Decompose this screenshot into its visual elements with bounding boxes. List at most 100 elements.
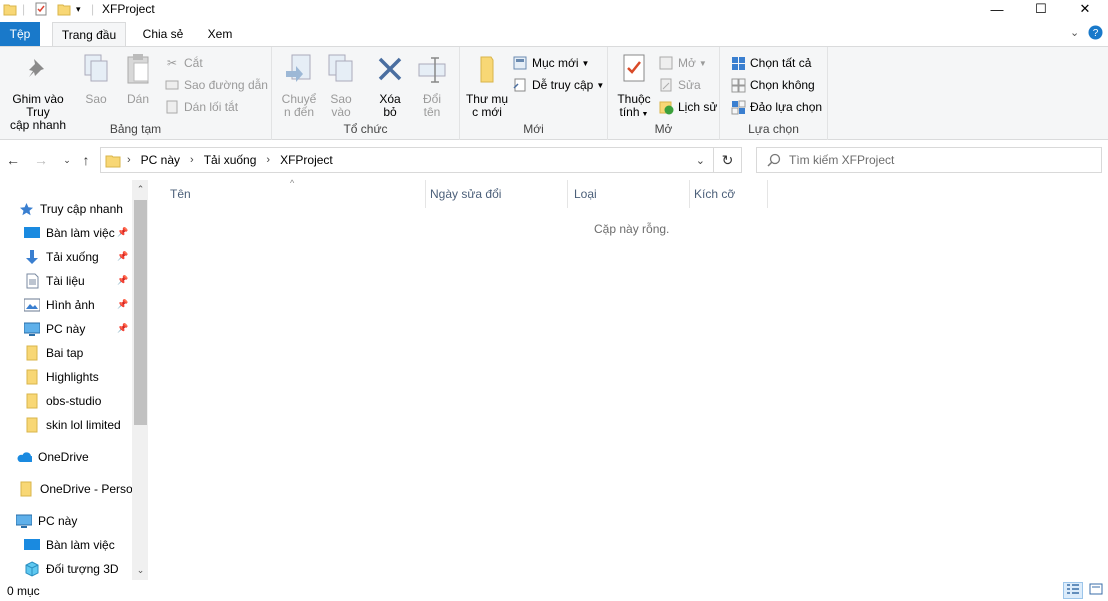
- nav-item-downloads[interactable]: Tải xuống: [24, 246, 99, 268]
- rename-button[interactable]: Đổi tên: [414, 51, 450, 119]
- pin-icon[interactable]: 📌: [117, 227, 128, 238]
- title-bar: | ▾ | XFProject — ☐ ✕: [0, 0, 1108, 20]
- recent-locations-button[interactable]: ⌄: [58, 150, 76, 170]
- breadcrumb-downloads[interactable]: Tải xuống: [204, 153, 257, 167]
- edit-icon: [658, 77, 674, 93]
- new-group: Thư mụ c mới Mục mới ▼ Dễ truy cập ▼ Mới: [460, 47, 608, 140]
- nav-item-pictures[interactable]: Hình ảnh: [24, 294, 95, 316]
- select-none-icon: [730, 77, 746, 93]
- minimize-button[interactable]: —: [974, 0, 1020, 18]
- copy-path-button[interactable]: Sao đường dẫn: [164, 75, 268, 95]
- properties-qat-icon[interactable]: [34, 0, 48, 18]
- column-header-name[interactable]: Tên: [164, 180, 426, 208]
- nav-item-documents[interactable]: Tài liệu: [24, 270, 85, 292]
- select-all-button[interactable]: Chọn tất cả: [730, 53, 811, 73]
- up-button[interactable]: ↑: [77, 150, 95, 170]
- nav-quick-access[interactable]: Truy cập nhanh: [18, 198, 123, 220]
- new-folder-qat-icon[interactable]: [57, 0, 71, 18]
- nav-item-folder[interactable]: obs-studio: [24, 390, 101, 412]
- scroll-up-arrow-icon[interactable]: ⌃: [134, 184, 147, 198]
- cut-button[interactable]: ✂ Cắt: [164, 53, 203, 73]
- breadcrumb-chevron-icon[interactable]: ›: [127, 154, 131, 166]
- forward-arrow-icon: →: [34, 152, 48, 168]
- copy-path-label: Sao đường dẫn: [184, 78, 268, 92]
- pin-icon[interactable]: 📌: [117, 251, 128, 262]
- back-arrow-icon: ←: [6, 152, 20, 168]
- file-list[interactable]: ^ Tên Ngày sửa đổi Loại Kích cỡ Cặp này …: [150, 178, 1108, 580]
- breadcrumb-pc[interactable]: PC này: [141, 153, 180, 167]
- tab-file[interactable]: Tệp: [0, 22, 40, 46]
- large-icons-view-button[interactable]: [1086, 582, 1106, 599]
- tab-share[interactable]: Chia sẻ: [136, 22, 190, 46]
- nav-item-label: Bàn làm việc: [46, 538, 115, 552]
- organize-group: Chuyể n đến Sao vào Xóa bỏ Đổi tên Tổ ch…: [272, 47, 460, 140]
- ribbon-collapse-chevron-icon[interactable]: ⌄: [1070, 26, 1079, 39]
- edit-button[interactable]: Sửa: [658, 75, 701, 95]
- history-label: Lịch sử: [678, 100, 718, 114]
- nav-pc-desktop[interactable]: Bàn làm việc: [24, 534, 115, 556]
- move-to-button[interactable]: Chuyể n đến: [280, 51, 318, 119]
- new-item-label: Mục mới: [532, 56, 579, 70]
- copy-label: Sao: [85, 92, 107, 106]
- paste-shortcut-button[interactable]: Dán lối tắt: [164, 97, 238, 117]
- new-folder-button[interactable]: Thư mụ c mới: [464, 51, 510, 119]
- delete-button[interactable]: Xóa bỏ: [372, 51, 408, 119]
- breadcrumb-chevron-icon[interactable]: ›: [266, 154, 270, 166]
- paste-button[interactable]: Dán: [122, 51, 154, 106]
- refresh-icon: ↻: [721, 151, 734, 168]
- copy-button[interactable]: Sao: [80, 51, 112, 106]
- item-count: 0 mục: [7, 584, 40, 598]
- qat-customize-chevron-icon[interactable]: ▾: [76, 0, 81, 18]
- nav-pc-3d-objects[interactable]: Đối tượng 3D: [24, 558, 119, 580]
- history-button[interactable]: Lịch sử: [658, 97, 717, 117]
- pin-icon[interactable]: 📌: [117, 275, 128, 286]
- details-view-button[interactable]: [1063, 582, 1083, 599]
- forward-button[interactable]: →: [32, 150, 50, 170]
- copy-to-button[interactable]: Sao vào: [322, 51, 360, 119]
- column-header-date[interactable]: Ngày sửa đổi: [424, 180, 568, 208]
- open-group: Thuộc tính ▼ Mở ▼ Sửa Lịch sử Mở: [608, 47, 720, 140]
- address-dropdown-chevron-icon[interactable]: ⌄: [696, 154, 705, 167]
- nav-item-this-pc[interactable]: PC này: [24, 318, 85, 340]
- nav-item-folder[interactable]: Highlights: [24, 366, 99, 388]
- properties-button[interactable]: Thuộc tính ▼: [612, 51, 656, 121]
- easy-access-button[interactable]: Dễ truy cập ▼: [512, 75, 604, 95]
- desktop-icon: [24, 225, 40, 241]
- desktop-icon: [24, 537, 40, 553]
- select-none-button[interactable]: Chọn không: [730, 75, 815, 95]
- pin-icon[interactable]: 📌: [117, 299, 128, 310]
- pin-icon[interactable]: 📌: [117, 323, 128, 334]
- nav-onedrive-personal-label: OneDrive - Persor: [40, 482, 137, 496]
- invert-selection-button[interactable]: Đảo lựa chọn: [730, 97, 822, 117]
- search-input[interactable]: Tìm kiếm XFProject: [756, 147, 1102, 173]
- pin-quick-access-button[interactable]: Ghim vào Truy cập nhanh: [0, 51, 76, 132]
- tab-home[interactable]: Trang đầu: [52, 22, 126, 46]
- organize-group-label: Tổ chức: [343, 122, 388, 136]
- new-item-button[interactable]: Mục mới ▼: [512, 53, 589, 73]
- history-icon: [658, 99, 674, 115]
- address-bar[interactable]: › PC này › Tải xuống › XFProject ⌄: [100, 147, 714, 173]
- nav-this-pc[interactable]: PC này: [16, 510, 77, 532]
- nav-onedrive[interactable]: OneDrive: [16, 446, 89, 468]
- open-button[interactable]: Mở ▼: [658, 53, 707, 73]
- back-button[interactable]: ←: [4, 150, 22, 170]
- nav-item-desktop[interactable]: Bàn làm việc: [24, 222, 115, 244]
- maximize-button[interactable]: ☐: [1018, 0, 1064, 18]
- refresh-button[interactable]: ↻: [714, 147, 742, 173]
- scroll-down-arrow-icon[interactable]: ⌄: [134, 565, 147, 579]
- search-icon: [767, 153, 781, 167]
- nav-onedrive-label: OneDrive: [38, 450, 89, 464]
- close-button[interactable]: ✕: [1062, 0, 1108, 18]
- nav-item-folder[interactable]: Bai tap: [24, 342, 83, 364]
- column-header-type[interactable]: Loại: [568, 180, 690, 208]
- nav-item-folder[interactable]: skin lol limited: [24, 414, 121, 436]
- nav-onedrive-personal[interactable]: OneDrive - Persor: [18, 478, 137, 500]
- column-header-size[interactable]: Kích cỡ: [688, 180, 768, 208]
- folder-icon: [18, 481, 34, 497]
- edit-label: Sửa: [678, 78, 701, 92]
- tab-view[interactable]: Xem: [198, 22, 242, 46]
- breadcrumb-xfproject[interactable]: XFProject: [280, 153, 333, 167]
- help-icon[interactable]: ?: [1088, 25, 1103, 43]
- breadcrumb-chevron-icon[interactable]: ›: [190, 154, 194, 166]
- nav-scrollbar-thumb[interactable]: [134, 200, 147, 425]
